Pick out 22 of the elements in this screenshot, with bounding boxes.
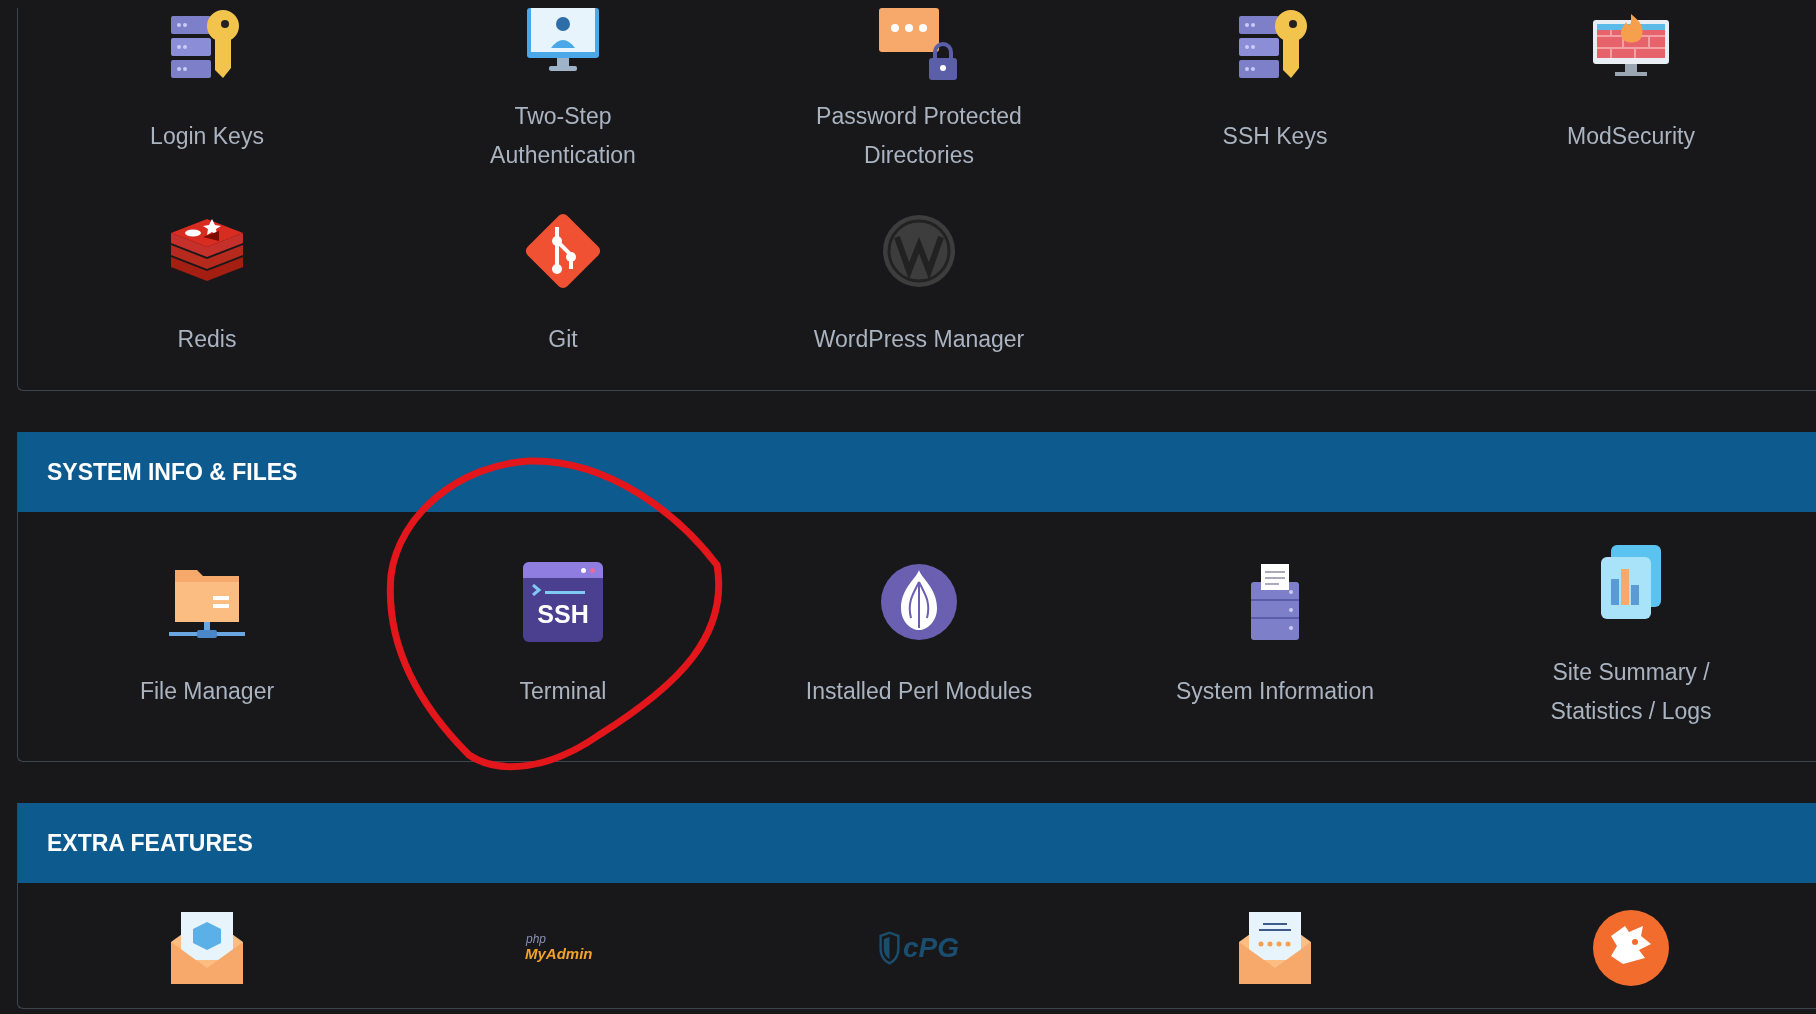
tool-label[interactable]: SSH Keys	[1222, 116, 1328, 156]
tool-label[interactable]: File Manager	[87, 672, 327, 711]
section-title: SYSTEM INFO & FILES	[47, 457, 298, 487]
logo-text: cPG	[902, 934, 959, 962]
tool-label[interactable]: WordPress Manager	[813, 319, 1025, 359]
dog-head-icon[interactable]	[1591, 908, 1671, 988]
ssh-text: SSH	[536, 602, 590, 627]
tool-label[interactable]: Two-Step Authentication	[443, 97, 683, 175]
section-title: EXTRA FEATURES	[47, 828, 253, 858]
tool-label[interactable]: Redis	[177, 319, 237, 359]
ssh-terminal-icon[interactable]: SSH	[523, 562, 603, 642]
tool-label[interactable]: System Information	[1155, 672, 1395, 711]
tool-label[interactable]: Git	[548, 319, 578, 359]
tool-label[interactable]: Installed Perl Modules	[799, 672, 1039, 711]
tool-label[interactable]: Terminal	[443, 672, 683, 711]
tool-label[interactable]: Password Protected Directories	[799, 97, 1039, 175]
tool-label[interactable]: ModSecurity	[1567, 116, 1695, 156]
logo-text: php	[526, 932, 547, 945]
phpmyadmin-logo[interactable]: php MyAdmin	[523, 908, 603, 988]
tool-label[interactable]: Login Keys	[150, 116, 264, 156]
tool-label[interactable]: Site Summary / Statistics / Logs	[1511, 652, 1751, 731]
onion-icon[interactable]	[879, 562, 959, 642]
